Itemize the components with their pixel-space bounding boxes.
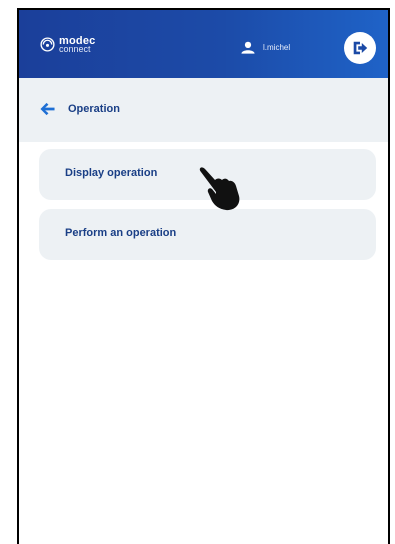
logout-button[interactable] [344,32,376,64]
perform-operation-button[interactable]: Perform an operation [39,209,376,260]
section-header: Operation [19,78,388,142]
brand-logo: modec connect [39,35,95,54]
app-frame: modec connect l.michel Operation Display… [17,8,390,544]
user-info: l.michel [241,41,290,54]
perform-operation-label: Perform an operation [65,227,177,239]
brand-sub: connect [59,43,91,54]
user-icon [241,41,255,54]
user-name: l.michel [263,43,291,52]
top-bar: modec connect l.michel [19,10,388,78]
logout-icon [353,41,368,55]
section-title: Operation [68,103,120,115]
hand-pointer-icon [199,167,240,211]
logo-mark-icon [40,37,55,52]
arrow-left-icon[interactable] [40,102,55,116]
display-operation-label: Display operation [65,167,158,179]
